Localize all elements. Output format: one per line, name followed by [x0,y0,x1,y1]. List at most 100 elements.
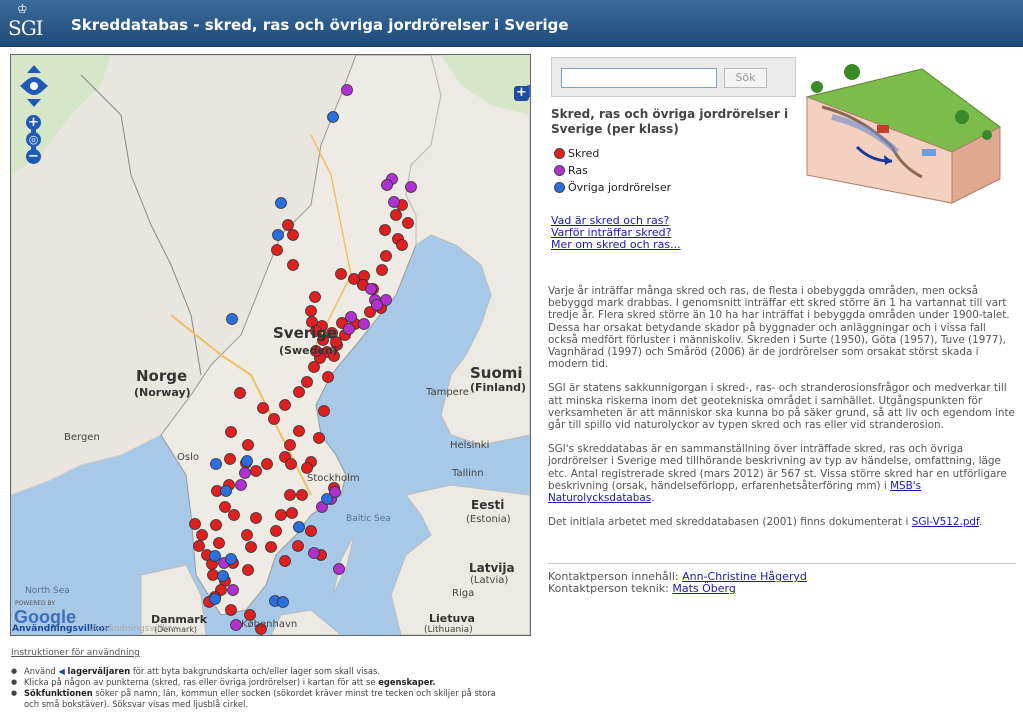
link-sgi-pdf[interactable]: SGI-V512.pdf [912,516,979,528]
marker-skred[interactable] [257,402,269,414]
marker-skred[interactable] [242,564,254,576]
marker-ovriga[interactable] [220,485,232,497]
marker-skred[interactable] [396,239,408,251]
marker-skred[interactable] [301,462,313,474]
globe-icon[interactable]: ◎ [26,132,41,147]
marker-skred[interactable] [261,458,273,470]
marker-ovriga[interactable] [293,521,305,533]
marker-ras[interactable] [405,181,417,193]
marker-skred[interactable] [193,540,205,552]
marker-skred[interactable] [284,489,296,501]
marker-ras[interactable] [358,318,370,330]
marker-skred[interactable] [279,399,291,411]
marker-skred[interactable] [275,509,287,521]
marker-ras[interactable] [343,323,355,335]
marker-skred[interactable] [313,432,325,444]
marker-skred[interactable] [250,512,262,524]
marker-ovriga[interactable] [277,596,289,608]
marker-ovriga[interactable] [272,229,284,241]
marker-skred[interactable] [245,541,257,553]
label-kobenhavn: København [241,619,298,630]
marker-ras[interactable] [388,196,400,208]
marker-skred[interactable] [250,465,262,477]
marker-skred[interactable] [210,519,222,531]
marker-skred[interactable] [268,413,280,425]
marker-skred[interactable] [402,217,414,229]
marker-skred[interactable] [376,264,388,276]
marker-ras[interactable] [239,467,251,479]
marker-skred[interactable] [286,507,298,519]
search-input[interactable] [561,68,717,88]
marker-skred[interactable] [308,361,320,373]
marker-skred[interactable] [242,439,254,451]
marker-skred[interactable] [305,305,317,317]
marker-ovriga[interactable] [327,111,339,123]
marker-ras[interactable] [333,563,345,575]
marker-skred[interactable] [380,250,392,262]
marker-skred[interactable] [224,453,236,465]
marker-skred[interactable] [335,268,347,280]
label-eesti-sub: (Estonia) [466,514,511,525]
marker-skred[interactable] [228,509,240,521]
marker-skred[interactable] [196,529,208,541]
marker-skred[interactable] [305,525,317,537]
marker-skred[interactable] [284,439,296,451]
marker-ovriga[interactable] [225,553,237,565]
search-button[interactable]: Sök [724,68,767,88]
marker-ras[interactable] [341,84,353,96]
marker-skred[interactable] [271,244,283,256]
marker-skred[interactable] [207,569,219,581]
map-view[interactable]: Sverige (Sweden) Norge (Norway) Suomi (F… [10,54,531,636]
zoom-in-icon[interactable]: + [26,115,41,130]
marker-skred[interactable] [265,541,277,553]
marker-skred[interactable] [225,604,237,616]
marker-ovriga[interactable] [209,593,221,605]
marker-ras[interactable] [345,311,357,323]
instruction-item: Klicka på någon av punkterna (skred, ras… [11,677,511,688]
marker-ras[interactable] [381,179,393,191]
marker-ovriga[interactable] [241,455,253,467]
sgi-logo[interactable]: ♔ SGI [7,3,44,43]
pan-arrows-icon[interactable] [19,63,49,109]
label-sverige-sub: (Sweden) [279,344,338,357]
marker-skred[interactable] [189,518,201,530]
marker-skred[interactable] [287,259,299,271]
marker-skred[interactable] [293,425,305,437]
marker-skred[interactable] [318,405,330,417]
marker-skred[interactable] [379,224,391,236]
marker-skred[interactable] [390,209,402,221]
marker-ovriga[interactable] [217,570,229,582]
marker-skred[interactable] [293,386,305,398]
marker-skred[interactable] [296,489,308,501]
marker-ras[interactable] [308,547,320,559]
marker-ras[interactable] [230,619,242,631]
marker-skred[interactable] [234,387,246,399]
marker-skred[interactable] [213,537,225,549]
marker-skred[interactable] [282,219,294,231]
marker-ovriga[interactable] [275,197,287,209]
marker-skred[interactable] [287,229,299,241]
marker-skred[interactable] [292,540,304,552]
contact-tech-link[interactable]: Mats Öberg [672,582,736,595]
link-mer-om-skred[interactable]: Mer om skred och ras... [551,239,681,251]
zoom-out-icon[interactable]: − [26,149,41,164]
marker-skred[interactable] [270,525,282,537]
marker-ovriga[interactable] [321,493,333,505]
marker-ras[interactable] [365,283,377,295]
marker-layer[interactable] [11,55,530,635]
marker-skred[interactable] [322,371,334,383]
marker-ras[interactable] [235,479,247,491]
marker-skred[interactable] [301,376,313,388]
marker-skred[interactable] [241,529,253,541]
marker-skred[interactable] [219,501,231,513]
marker-skred[interactable] [285,458,297,470]
marker-skred[interactable] [279,555,291,567]
marker-skred[interactable] [309,291,321,303]
marker-skred[interactable] [225,426,237,438]
marker-ovriga[interactable] [210,458,222,470]
layer-switcher-icon[interactable]: + [514,86,529,101]
marker-ras[interactable] [371,299,383,311]
marker-ras[interactable] [227,584,239,596]
marker-ovriga[interactable] [209,550,221,562]
marker-ovriga[interactable] [226,313,238,325]
